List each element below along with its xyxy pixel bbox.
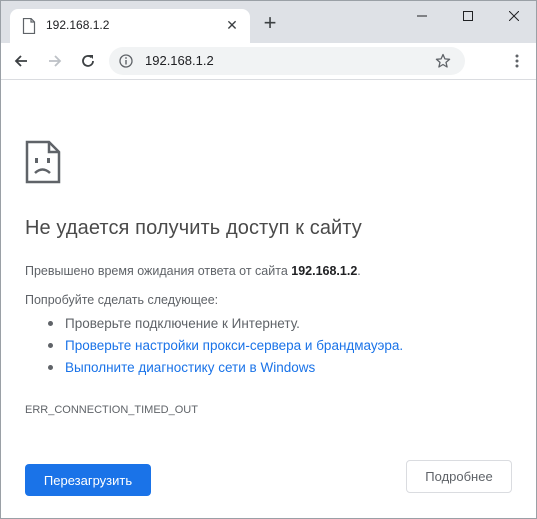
suggestion-network-diagnostics[interactable]: Выполните диагностику сети в Windows xyxy=(45,357,403,379)
minimize-icon xyxy=(417,15,427,17)
document-icon xyxy=(22,17,36,35)
bullet-dot xyxy=(48,321,53,326)
tab-close-icon[interactable]: ✕ xyxy=(224,17,240,33)
toolbar: 192.168.1.2 xyxy=(1,43,536,80)
tab-active[interactable]: 192.168.1.2 ✕ xyxy=(10,9,250,43)
bullet-dot xyxy=(48,365,53,370)
timeout-message: Превышено время ожидания ответа от сайта… xyxy=(25,264,361,278)
suggestions-list: Проверьте подключение к Интернету. Прове… xyxy=(45,313,403,379)
arrow-right-icon xyxy=(49,55,62,67)
close-window-button[interactable] xyxy=(491,1,537,31)
suggestion-check-connection: Проверьте подключение к Интернету. xyxy=(45,313,403,335)
menu-button[interactable] xyxy=(507,49,527,73)
details-button[interactable]: Подробнее xyxy=(406,460,512,493)
minimize-button[interactable] xyxy=(399,1,445,31)
info-icon[interactable] xyxy=(119,54,133,68)
back-button[interactable] xyxy=(9,49,33,73)
timeout-text: Превышено время ожидания ответа от сайта xyxy=(25,264,292,278)
reload-page-button[interactable]: Перезагрузить xyxy=(25,464,151,496)
error-page: Не удается получить доступ к сайту Превы… xyxy=(1,80,536,518)
new-tab-button[interactable]: + xyxy=(259,12,281,34)
tab-strip: 192.168.1.2 ✕ + xyxy=(1,1,536,43)
arrow-left-icon xyxy=(14,55,27,67)
suggestion-check-proxy[interactable]: Проверьте настройки прокси-сервера и бра… xyxy=(45,335,403,357)
close-icon xyxy=(509,11,519,21)
tab-title: 192.168.1.2 xyxy=(46,18,110,32)
network-diagnostics-link[interactable]: Выполните диагностику сети в Windows xyxy=(65,360,315,375)
try-heading: Попробуйте сделать следующее: xyxy=(25,293,219,307)
browser-window: 192.168.1.2 ✕ + 192.168.1.2 Не удается п… xyxy=(0,0,537,519)
suggestion-label: Проверьте подключение к Интернету. xyxy=(65,316,300,331)
reload-button[interactable] xyxy=(76,49,100,73)
proxy-settings-link[interactable]: Проверьте настройки прокси-сервера и бра… xyxy=(65,338,403,353)
error-heading: Не удается получить доступ к сайту xyxy=(25,217,362,239)
forward-button[interactable] xyxy=(43,49,67,73)
reload-icon xyxy=(82,55,94,67)
bullet-dot xyxy=(48,343,53,348)
url-text[interactable]: 192.168.1.2 xyxy=(145,53,214,68)
maximize-button[interactable] xyxy=(445,1,491,31)
maximize-icon xyxy=(463,11,473,21)
kebab-menu-icon xyxy=(515,54,519,68)
star-icon[interactable] xyxy=(435,53,451,69)
address-bar[interactable]: 192.168.1.2 xyxy=(109,47,465,75)
error-code: ERR_CONNECTION_TIMED_OUT xyxy=(25,404,198,416)
timeout-suffix: . xyxy=(357,264,361,278)
sad-document-icon xyxy=(25,140,61,184)
timeout-host: 192.168.1.2 xyxy=(291,264,358,278)
